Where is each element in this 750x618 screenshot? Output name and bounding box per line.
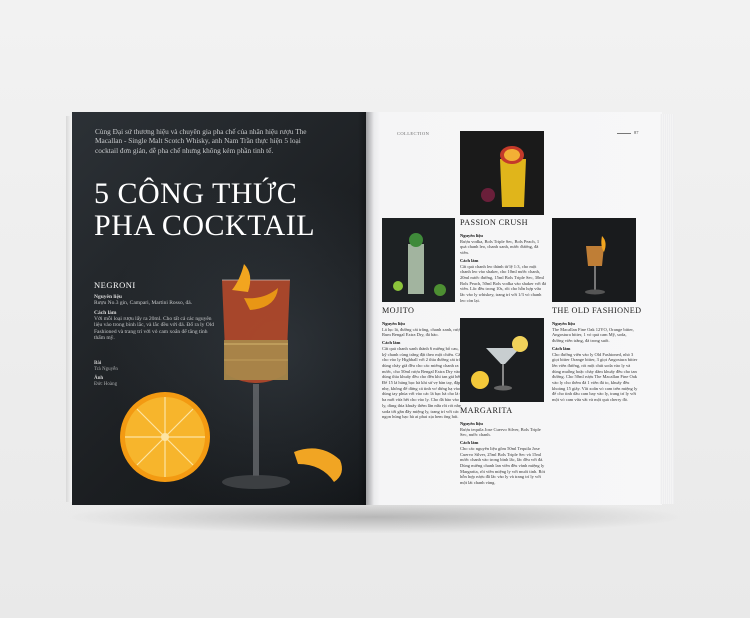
- method-text: Cắt quả chanh leo thành từ lệ 1:3, cho m…: [460, 263, 546, 303]
- intro-paragraph: Cùng Đại sứ thương hiệu và chuyên gia ph…: [95, 127, 307, 155]
- old-fashioned-title: THE OLD FASHIONED: [552, 306, 642, 315]
- recipe-title: NEGRONI: [94, 280, 136, 290]
- ingredients-text: Lá lục lá, đường cát trắng, chanh xanh, …: [382, 326, 462, 338]
- old-fashioned-text: Nguyên liệu The Macallan Fine Oak 12YO, …: [552, 319, 638, 403]
- ingredients-text: Rượu No.3 gin, Campari, Martini Rosso, đ…: [94, 300, 193, 306]
- orange-peel-image: [294, 448, 342, 482]
- negroni-recipe: NEGRONI Nguyên liệu Rượu No.3 gin, Campa…: [94, 280, 216, 342]
- method-text: Với mỗi loại rượu lấy ra 20ml. Cho tất c…: [94, 315, 215, 342]
- credit-text-name: Trà Nguyễn: [94, 367, 118, 372]
- credits: Bài Trà Nguyễn Ảnh Đức Hoàng: [94, 358, 164, 388]
- ingredients-text: The Macallan Fine Oak 12YO, Orange bitte…: [552, 326, 634, 344]
- negroni-glass-image: [222, 264, 290, 489]
- credit-photo-name: Đức Hoàng: [94, 382, 118, 387]
- method-text: Cho đường viên vào ly Old Fashioned, nhỏ…: [552, 351, 638, 403]
- open-magazine: Cùng Đại sứ thương hiệu và chuyên gia ph…: [0, 0, 750, 618]
- passion-crush-photo: [460, 131, 544, 215]
- right-page-edge: [660, 114, 674, 504]
- title-line-2: Pha Cocktail: [94, 209, 316, 242]
- margarita-text: Nguyên liệu Rượu tequila Jose Cuervo Sil…: [460, 419, 546, 486]
- mojito-photo: [382, 218, 455, 302]
- passion-crush-title: PASSION CRUSH: [460, 218, 528, 227]
- running-head-rule: [617, 133, 631, 134]
- old-fashioned-photo: [552, 218, 636, 302]
- mojito-title: MOJITO: [382, 306, 415, 315]
- mojito-text: Nguyên liệu Lá lục lá, đường cát trắng, …: [382, 319, 468, 420]
- margarita-title: MARGARITA: [460, 406, 513, 415]
- running-head: COLLECTION: [397, 131, 430, 136]
- ingredients-text: Rượu vodka, Bols Triple Sec, Bols Peach,…: [460, 238, 540, 256]
- title-line-1: 5 Công Thức: [94, 177, 298, 210]
- gutter-shadow: [358, 112, 374, 505]
- margarita-photo: [460, 318, 544, 402]
- passion-crush-text: Nguyên liệu Rượu vodka, Bols Triple Sec,…: [460, 231, 546, 303]
- ingredients-text: Rượu tequila Jose Cuervo Silver, Bols Tr…: [460, 426, 541, 438]
- method-text: Cắt quả chanh xanh thành 6 miếng bổ cau,…: [382, 345, 467, 420]
- page-number: 87: [634, 130, 639, 135]
- page-title: 5 Công Thức Pha Cocktail: [94, 178, 354, 242]
- orange-half-image: [120, 392, 210, 482]
- method-text: Cho các nguyên liệu gồm 50ml Tequila Jos…: [460, 445, 546, 486]
